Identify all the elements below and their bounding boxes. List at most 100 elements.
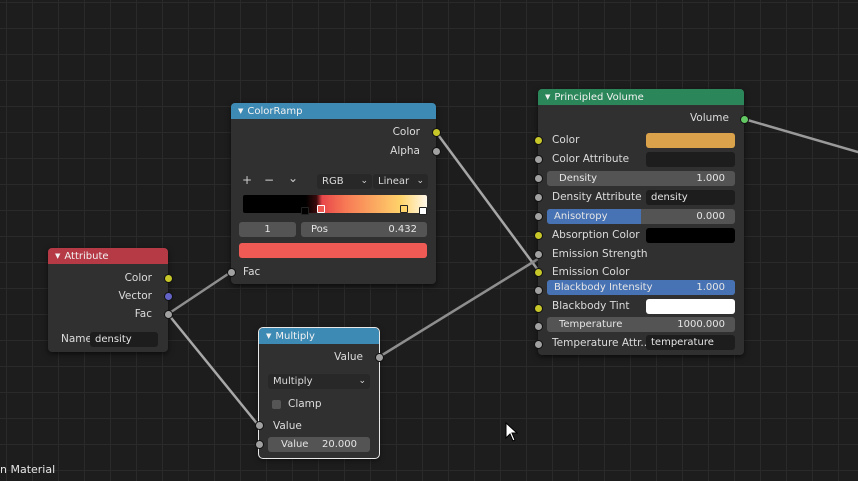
stop-color-swatch[interactable]	[239, 243, 427, 258]
temperature-attribute-value: temperature	[651, 337, 714, 348]
anisotropy-socket[interactable]	[534, 212, 543, 221]
material-name-label: n Material	[0, 463, 56, 476]
multiply-value-out-socket[interactable]	[375, 353, 384, 362]
blackbody-tint-socket[interactable]	[534, 304, 543, 313]
colorramp-output-color: Color	[392, 126, 420, 138]
attribute-node-title: Attribute	[64, 251, 109, 262]
temperature-value: 1000.000	[677, 319, 725, 330]
attribute-vector-socket[interactable]	[164, 292, 173, 301]
emission-color-label: Emission Color	[552, 266, 630, 278]
stop-index-field[interactable]: 1	[239, 222, 296, 237]
color-attribute-field[interactable]	[646, 152, 735, 167]
attribute-node[interactable]: ▼ Attribute Color Vector Fac Name density	[48, 248, 173, 352]
colorramp-node-header[interactable]: ▼ ColorRamp	[231, 103, 436, 119]
multiply-node[interactable]: ▼ Multiply Value Multiply ⌄ Clamp Value V…	[255, 327, 384, 459]
attribute-output-color: Color	[124, 272, 152, 284]
colorramp-node-title: ColorRamp	[247, 106, 303, 117]
anisotropy-slider[interactable]: Anisotropy 0.000	[547, 209, 735, 224]
attribute-name-field[interactable]: density	[90, 332, 158, 347]
absorption-color-socket[interactable]	[534, 231, 543, 240]
temperature-attribute-socket[interactable]	[534, 340, 543, 349]
remove-stop-icon[interactable]: −	[264, 173, 274, 187]
principled-volume-node[interactable]: ▼ Principled Volume Volume Color Color At…	[534, 89, 749, 355]
attribute-color-socket[interactable]	[164, 274, 173, 283]
emission-strength-label: Emission Strength	[552, 248, 648, 260]
temperature-field[interactable]: Temperature 1000.000	[547, 317, 735, 332]
multiply-node-title: Multiply	[275, 331, 315, 342]
multiply-node-header[interactable]: ▼ Multiply	[259, 328, 379, 344]
attribute-name-label: Name	[61, 333, 92, 345]
emission-color-socket[interactable]	[534, 268, 543, 277]
volume-color-socket[interactable]	[534, 136, 543, 145]
colorramp-alpha-socket[interactable]	[432, 147, 441, 156]
density-attribute-field[interactable]: density	[646, 190, 735, 205]
density-field[interactable]: Density 1.000	[547, 171, 735, 186]
volume-color-swatch[interactable]	[646, 133, 735, 148]
collapse-icon[interactable]: ▼	[238, 107, 243, 115]
multiply-input1-label: Value	[273, 420, 302, 432]
colorramp-fac-socket[interactable]	[227, 268, 236, 277]
color-mode-dropdown[interactable]: RGB ⌄	[317, 174, 372, 189]
emission-strength-socket[interactable]	[534, 250, 543, 259]
add-stop-icon[interactable]: +	[242, 173, 252, 187]
volume-node-title: Principled Volume	[554, 92, 644, 103]
stop-position-field[interactable]: Pos 0.432	[301, 222, 427, 237]
blackbody-intensity-slider[interactable]: Blackbody Intensity 1.000	[547, 280, 735, 295]
color-stop-1[interactable]	[317, 205, 325, 213]
volume-color-label: Color	[552, 134, 580, 146]
collapse-icon[interactable]: ▼	[55, 252, 60, 260]
blackbody-intensity-socket[interactable]	[534, 286, 543, 295]
color-stop-0[interactable]	[301, 207, 309, 215]
color-mode-value: RGB	[322, 176, 344, 187]
multiply-value2-value: 20.000	[322, 439, 357, 450]
stop-position-label: Pos	[311, 224, 329, 235]
ramp-menu-icon[interactable]: ⌄	[288, 171, 298, 185]
operation-value: Multiply	[273, 376, 313, 387]
temperature-label: Temperature	[559, 319, 623, 330]
link-attribute-to-colorramp	[166, 270, 233, 316]
link-colorramp-to-emission-color	[434, 130, 540, 272]
temperature-socket[interactable]	[534, 322, 543, 331]
collapse-icon[interactable]: ▼	[545, 93, 550, 101]
absorption-color-swatch[interactable]	[646, 228, 735, 243]
multiply-value2-label: Value	[281, 439, 309, 450]
colorramp-color-socket[interactable]	[432, 128, 441, 137]
colorramp-output-alpha: Alpha	[390, 145, 420, 157]
density-label: Density	[559, 173, 598, 184]
attribute-output-fac: Fac	[134, 308, 152, 320]
chevron-down-icon: ⌄	[358, 376, 366, 386]
mouse-cursor-icon	[505, 422, 519, 442]
multiply-value2-field[interactable]: Value 20.000	[268, 437, 370, 452]
volume-output-socket[interactable]	[740, 115, 749, 124]
color-stop-2[interactable]	[400, 205, 408, 213]
chevron-down-icon: ⌄	[416, 176, 424, 186]
operation-dropdown[interactable]: Multiply ⌄	[268, 374, 370, 389]
multiply-value1-socket[interactable]	[255, 421, 264, 430]
volume-node-header[interactable]: ▼ Principled Volume	[538, 89, 744, 105]
attribute-node-header[interactable]: ▼ Attribute	[48, 248, 168, 264]
anisotropy-label: Anisotropy	[554, 211, 608, 222]
color-attribute-socket[interactable]	[534, 155, 543, 164]
density-attribute-label: Density Attribute	[552, 191, 642, 203]
attribute-fac-socket[interactable]	[164, 310, 173, 319]
absorption-color-label: Absorption Color	[552, 229, 640, 241]
clamp-label: Clamp	[288, 398, 322, 410]
collapse-icon[interactable]: ▼	[266, 332, 271, 340]
anisotropy-value: 0.000	[696, 211, 725, 222]
temperature-attribute-field[interactable]: temperature	[646, 335, 735, 350]
density-socket[interactable]	[534, 174, 543, 183]
blackbody-tint-label: Blackbody Tint	[552, 300, 630, 312]
blackbody-tint-swatch[interactable]	[646, 299, 735, 314]
attribute-output-vector: Vector	[118, 290, 152, 302]
chevron-down-icon: ⌄	[360, 176, 368, 186]
density-attribute-socket[interactable]	[534, 193, 543, 202]
clamp-checkbox[interactable]	[272, 400, 281, 409]
color-stop-3[interactable]	[419, 207, 427, 215]
color-attribute-label: Color Attribute	[552, 153, 630, 165]
colorramp-node[interactable]: ▼ ColorRamp Color Alpha + − ⌄ RGB ⌄ Linea…	[227, 103, 441, 284]
attribute-name-value: density	[95, 334, 132, 345]
multiply-value2-socket[interactable]	[255, 440, 264, 449]
blackbody-intensity-value: 1.000	[696, 282, 725, 293]
interpolation-dropdown[interactable]: Linear ⌄	[373, 174, 428, 189]
link-attribute-to-multiply	[166, 312, 261, 428]
